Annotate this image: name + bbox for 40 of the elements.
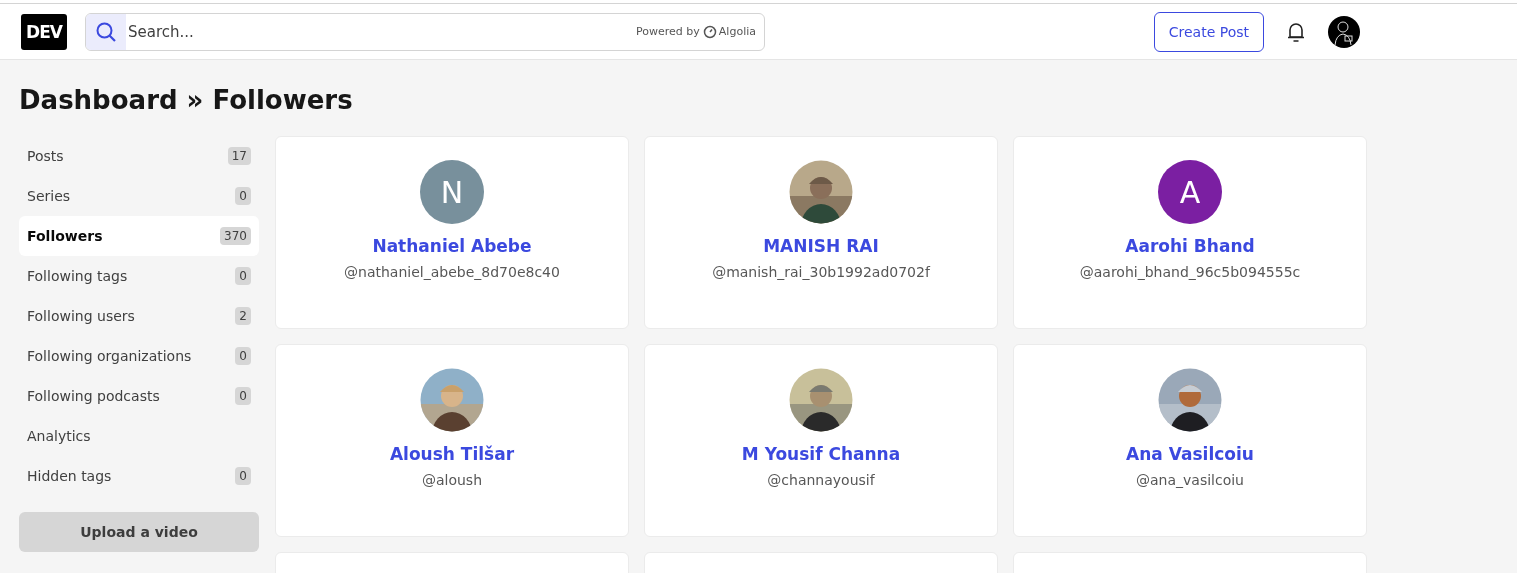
follower-name[interactable]: MANISH RAI: [763, 236, 879, 256]
follower-handle: @manish_rai_30b1992ad0702f: [712, 264, 930, 280]
dev-logo[interactable]: DEV: [21, 13, 67, 50]
user-avatar[interactable]: [1328, 15, 1360, 48]
follower-name[interactable]: M Yousif Channa: [741, 444, 901, 464]
sidebar-item[interactable]: Following podcasts 0: [19, 376, 259, 416]
follower-name[interactable]: Aarohi Bhand: [1125, 236, 1255, 256]
follower-name[interactable]: Nathaniel Abebe: [372, 236, 532, 256]
count-badge: 17: [227, 147, 251, 165]
count-badge: 370: [220, 227, 251, 245]
sidebar-item[interactable]: Series 0: [19, 176, 259, 216]
follower-handle: @channayousif: [767, 472, 875, 488]
sidebar-item[interactable]: Following organizations 0: [19, 336, 259, 376]
sidebar-item[interactable]: Following users 2: [19, 296, 259, 336]
letter-avatar[interactable]: A: [1158, 160, 1222, 224]
count-badge: 0: [235, 267, 251, 285]
follower-name[interactable]: Ana Vasilcoiu: [1126, 444, 1254, 464]
count-badge: 0: [235, 187, 251, 205]
create-post-button[interactable]: Create Post: [1153, 11, 1264, 52]
search-bar[interactable]: Search... Powered by Algolia: [85, 12, 765, 51]
page-title: Dashboard » Followers: [19, 84, 354, 116]
count-badge: 0: [235, 387, 251, 405]
count-badge: 0: [235, 467, 251, 485]
powered-by-label: Powered by: [636, 25, 700, 38]
algolia-icon: [702, 24, 717, 39]
upload-video-button[interactable]: Upload a video: [19, 512, 259, 552]
count-badge: 0: [235, 347, 251, 365]
count-badge: 2: [235, 307, 251, 325]
sidebar-item[interactable]: Following tags 0: [19, 256, 259, 296]
sidebar-item[interactable]: Posts 17: [19, 136, 259, 176]
sidebar-item[interactable]: Analytics: [19, 416, 259, 456]
follower-handle: @aarohi_bhand_96c5b094555c: [1079, 264, 1301, 280]
follower-handle: @aloush: [421, 472, 483, 488]
follower-name[interactable]: Aloush Tilšar: [389, 444, 515, 464]
sidebar-item[interactable]: Followers 370: [19, 216, 259, 256]
search-field[interactable]: Search...: [126, 22, 637, 41]
sidebar-item[interactable]: Hidden tags 0: [19, 456, 259, 496]
algolia-label: Algolia: [718, 25, 756, 38]
follower-handle: @ana_vasilcoiu: [1136, 472, 1244, 488]
follower-handle: @nathaniel_abebe_8d70e8c40: [344, 264, 560, 280]
